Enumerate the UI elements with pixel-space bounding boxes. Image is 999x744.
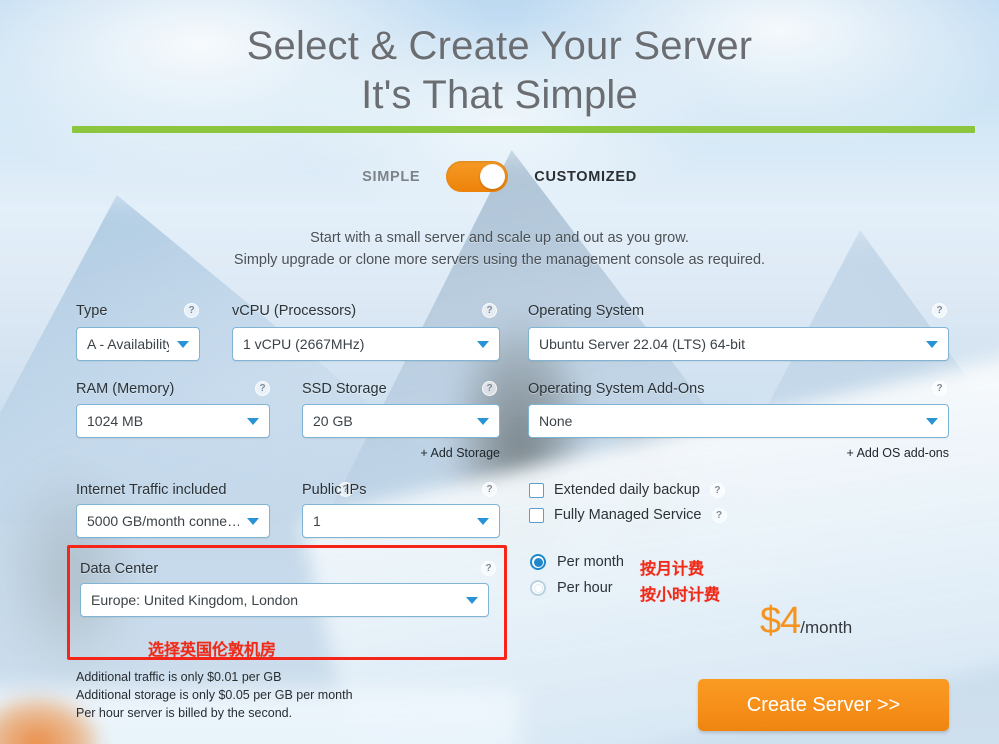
select-vcpu[interactable]: 1 vCPU (2667MHz): [232, 327, 500, 361]
pricing-note-3: Per hour server is billed by the second.: [76, 706, 293, 720]
toggle-label-simple[interactable]: SIMPLE: [362, 169, 420, 185]
select-internet-traffic[interactable]: 5000 GB/month conne…: [76, 504, 270, 538]
help-icon-data-center[interactable]: ?: [481, 561, 496, 576]
select-type-value: A - Availability: [87, 336, 169, 352]
select-os-addons-value: None: [539, 413, 573, 429]
pricing-note-2: Additional storage is only $0.05 per GB …: [76, 688, 353, 702]
select-vcpu-value: 1 vCPU (2667MHz): [243, 336, 365, 352]
simple-customized-toggle[interactable]: [446, 161, 509, 192]
select-data-center-value: Europe: United Kingdom, London: [91, 592, 299, 608]
label-data-center: Data Center: [80, 561, 159, 577]
label-os-addons: Operating System Add-Ons: [528, 381, 705, 397]
help-icon-vcpu[interactable]: ?: [482, 303, 497, 318]
price-unit: /month: [800, 618, 853, 637]
select-ram[interactable]: 1024 MB: [76, 404, 270, 438]
add-storage-link[interactable]: + Add Storage: [302, 446, 500, 460]
radio-per-hour[interactable]: [530, 580, 546, 596]
green-divider: [72, 126, 975, 133]
chevron-down-icon: [247, 417, 259, 425]
checkbox-fully-managed-service[interactable]: [529, 507, 544, 523]
select-ram-value: 1024 MB: [87, 413, 144, 429]
annotation-per-month-cn: 按月计费: [640, 559, 705, 578]
radio-row-per-month[interactable]: Per month: [530, 554, 643, 570]
select-operating-system[interactable]: Ubuntu Server 22.04 (LTS) 64-bit: [528, 327, 949, 361]
chevron-down-icon: [466, 596, 478, 604]
chevron-down-icon: [177, 340, 189, 348]
billing-period-radio-group: Per month Per hour 按月计费 按小时计费: [530, 554, 720, 606]
select-os-addons[interactable]: None: [528, 404, 949, 438]
options-checkbox-group: Extended daily backup ? Fully Managed Se…: [529, 482, 727, 532]
help-icon-fully-managed-service[interactable]: ?: [711, 507, 727, 523]
intro-text-line1: Start with a small server and scale up a…: [310, 230, 689, 246]
label-vcpu: vCPU (Processors): [232, 303, 357, 319]
annotation-per-hour-cn: 按小时计费: [640, 585, 721, 604]
mode-toggle-row: SIMPLE CUSTOMIZED: [0, 161, 999, 192]
chevron-down-icon: [926, 340, 938, 348]
radio-per-month[interactable]: [530, 554, 546, 570]
select-internet-traffic-value: 5000 GB/month conne…: [87, 513, 239, 529]
help-icon-public-ips[interactable]: ?: [482, 482, 497, 497]
checkbox-extended-daily-backup[interactable]: [529, 482, 544, 498]
select-operating-system-value: Ubuntu Server 22.04 (LTS) 64-bit: [539, 336, 745, 352]
annotation-data-center-cn: 选择英国伦敦机房: [148, 640, 277, 659]
price-amount: $4: [760, 600, 801, 642]
page-title-line2: It's That Simple: [361, 72, 638, 117]
select-ssd-storage[interactable]: 20 GB: [302, 404, 500, 438]
checkbox-label-fully-managed-service: Fully Managed Service: [554, 507, 702, 523]
label-internet-traffic: Internet Traffic included: [76, 482, 227, 498]
select-public-ips-value: 1: [313, 513, 321, 529]
help-icon-ssd-storage[interactable]: ?: [482, 381, 497, 396]
intro-text-line2: Simply upgrade or clone more servers usi…: [233, 251, 766, 268]
label-ssd-storage: SSD Storage: [302, 381, 387, 397]
label-ram: RAM (Memory): [76, 381, 175, 397]
select-type[interactable]: A - Availability: [76, 327, 200, 361]
label-operating-system: Operating System: [528, 303, 645, 319]
add-os-addons-link[interactable]: + Add OS add-ons: [528, 446, 949, 460]
create-server-button[interactable]: Create Server >>: [698, 679, 949, 731]
radio-label-per-month: Per month: [557, 554, 624, 570]
select-ssd-storage-value: 20 GB: [313, 413, 353, 429]
page-title: Select & Create Your Server It's That Si…: [0, 0, 999, 120]
radio-row-per-hour[interactable]: Per hour: [530, 580, 643, 596]
toggle-label-customized[interactable]: CUSTOMIZED: [534, 169, 637, 185]
checkbox-row-fully-managed-service[interactable]: Fully Managed Service ?: [529, 507, 727, 523]
pricing-note-1: Additional traffic is only $0.01 per GB: [76, 670, 282, 684]
label-public-ips: Public IPs: [302, 482, 367, 498]
chevron-down-icon: [477, 517, 489, 525]
chevron-down-icon: [247, 517, 259, 525]
chevron-down-icon: [477, 340, 489, 348]
help-icon-type[interactable]: ?: [184, 303, 199, 318]
help-icon-os-addons[interactable]: ?: [932, 381, 947, 396]
price-display: $4/month: [760, 602, 852, 640]
chevron-down-icon: [926, 417, 938, 425]
chevron-down-icon: [477, 417, 489, 425]
help-icon-ram[interactable]: ?: [255, 381, 270, 396]
page-title-line1: Select & Create Your Server: [246, 24, 753, 68]
radio-label-per-hour: Per hour: [557, 580, 613, 596]
select-data-center[interactable]: Europe: United Kingdom, London: [80, 583, 489, 617]
select-public-ips[interactable]: 1: [302, 504, 500, 538]
label-type: Type: [76, 303, 108, 319]
pricing-notes: Additional traffic is only $0.01 per GB …: [76, 668, 353, 722]
help-icon-operating-system[interactable]: ?: [932, 303, 947, 318]
checkbox-row-extended-daily-backup[interactable]: Extended daily backup ?: [529, 482, 727, 498]
intro-text: Start with a small server and scale up a…: [0, 228, 999, 272]
help-icon-extended-daily-backup[interactable]: ?: [709, 482, 725, 498]
toggle-knob: [480, 164, 506, 189]
checkbox-label-extended-daily-backup: Extended daily backup: [554, 482, 700, 498]
